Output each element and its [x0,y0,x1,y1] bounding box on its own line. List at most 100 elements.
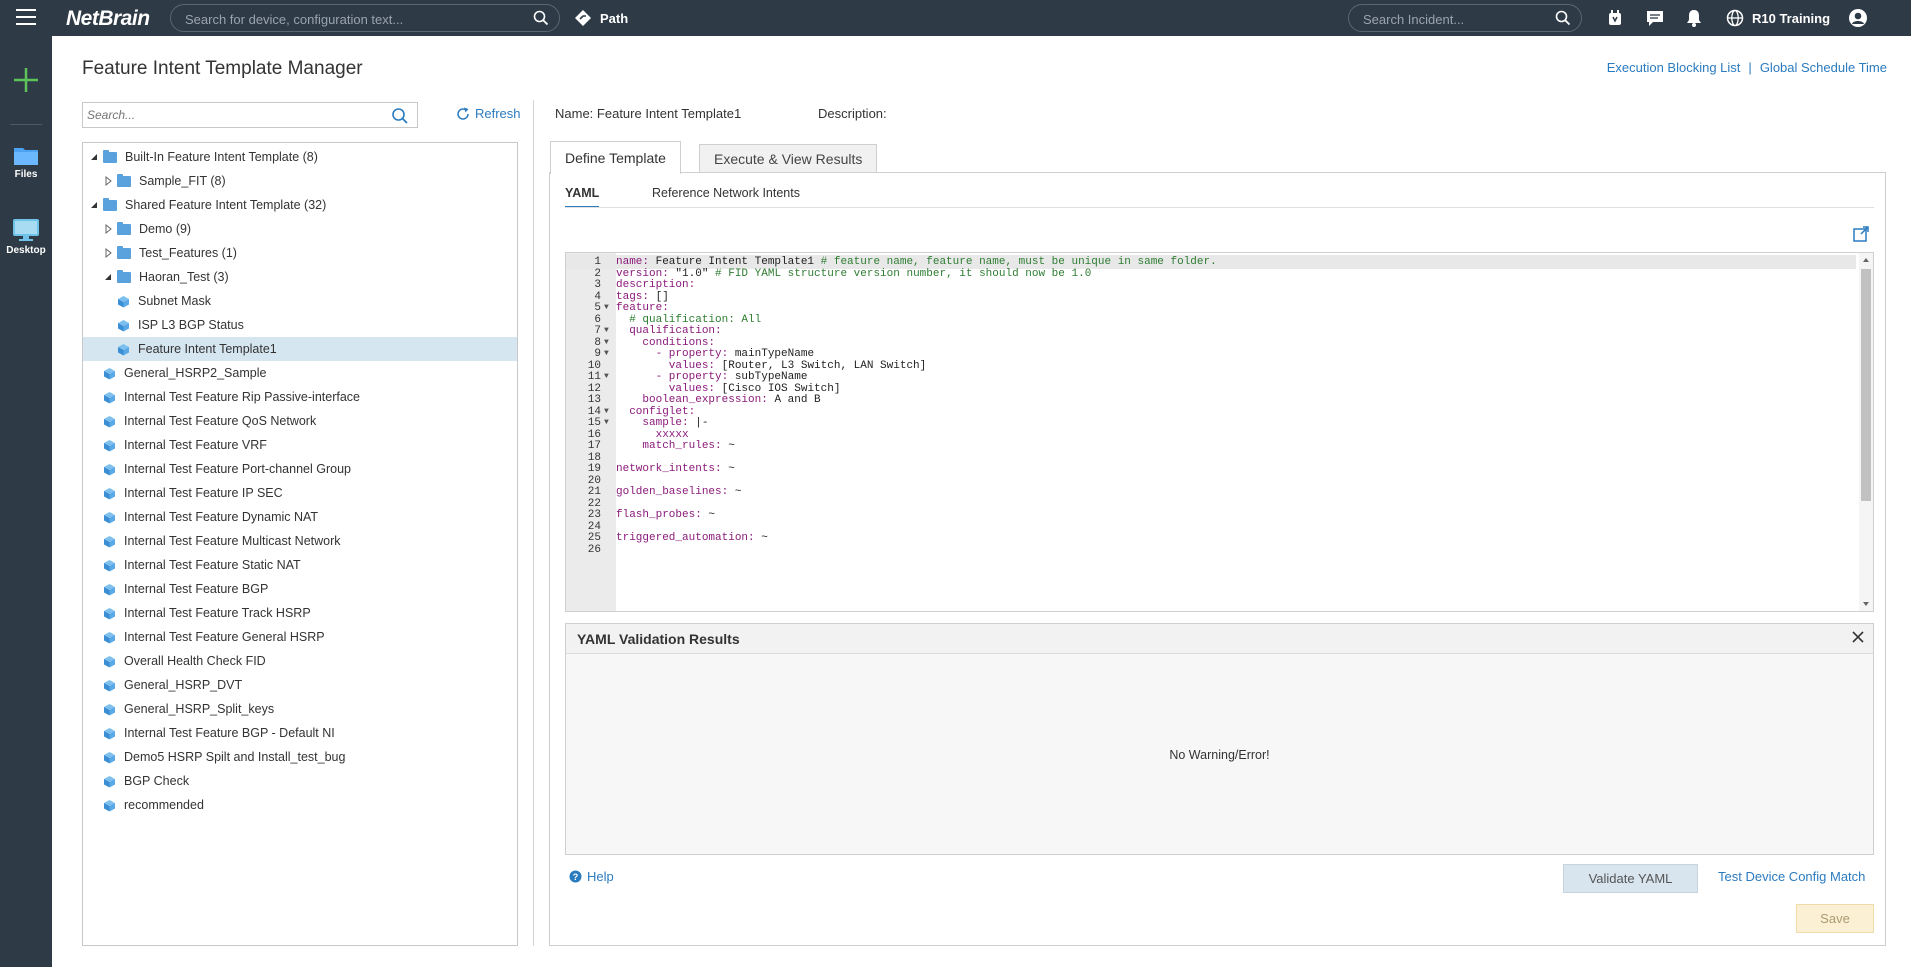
feature-template-icon [104,655,115,667]
tree-item[interactable]: BGP Check [83,769,517,793]
feature-template-icon [104,415,115,427]
editor-scrollbar[interactable] [1859,253,1873,611]
tree-item-label: Demo5 HSRP Spilt and Install_test_bug [124,750,346,764]
tree-item[interactable]: recommended [83,793,517,817]
global-schedule-time-link[interactable]: Global Schedule Time [1760,60,1887,75]
avatar-icon[interactable] [1848,8,1868,28]
pane-divider[interactable] [533,100,534,946]
global-search[interactable] [170,4,560,32]
chat-icon[interactable] [1645,8,1665,28]
template-search[interactable] [82,102,418,128]
incident-icon[interactable] [1605,8,1625,28]
tab-execute-view-results[interactable]: Execute & View Results [699,144,878,173]
search-icon[interactable] [1555,10,1571,29]
tree-item-label: Internal Test Feature Port-channel Group [124,462,351,476]
global-search-input[interactable] [185,10,525,28]
tree-item[interactable]: Internal Test Feature VRF [83,433,517,457]
add-icon[interactable] [12,66,40,94]
globe-icon [1726,9,1744,27]
rail-desktop-label: Desktop [6,245,46,256]
save-button[interactable]: Save [1796,904,1874,933]
netbrain-logo: NetBrain [66,7,150,30]
tree-item[interactable]: Subnet Mask [83,289,517,313]
tree-item[interactable]: General_HSRP_DVT [83,673,517,697]
help-label: Help [587,869,614,884]
tree-folder[interactable]: Built-In Feature Intent Template (8) [83,145,517,169]
expanded-arrow-icon[interactable] [103,272,113,282]
tree-folder[interactable]: Sample_FIT (8) [83,169,517,193]
expanded-arrow-icon[interactable] [89,152,99,162]
template-search-input[interactable] [87,107,377,123]
help-icon: ? [569,870,582,883]
tree-item-label: Internal Test Feature Static NAT [124,558,301,572]
expanded-arrow-icon[interactable] [89,200,99,210]
feature-template-icon [104,751,115,763]
tree-item[interactable]: Internal Test Feature QoS Network [83,409,517,433]
scroll-down-icon[interactable] [1859,599,1873,609]
validate-yaml-button[interactable]: Validate YAML [1563,864,1698,893]
path-button[interactable]: Path [574,8,628,28]
search-icon[interactable] [391,107,409,128]
tree-item-label: Internal Test Feature BGP [124,582,269,596]
tree-item[interactable]: Internal Test Feature Dynamic NAT [83,505,517,529]
feature-template-icon [104,511,115,523]
feature-template-icon [104,727,115,739]
tree-item[interactable]: Internal Test Feature Static NAT [83,553,517,577]
editor-scroll-thumb[interactable] [1861,269,1871,501]
scroll-up-icon[interactable] [1859,255,1873,265]
tab-define-template[interactable]: Define Template [550,141,681,174]
tree-folder[interactable]: Test_Features (1) [83,241,517,265]
tree-folder[interactable]: Demo (9) [83,217,517,241]
tree-item[interactable]: Internal Test Feature BGP [83,577,517,601]
subtab-yaml[interactable]: YAML [565,186,600,208]
tree-item[interactable]: Internal Test Feature General HSRP [83,625,517,649]
collapsed-arrow-icon[interactable] [103,248,113,258]
folder-icon [117,245,131,259]
tree-folder[interactable]: Shared Feature Intent Template (32) [83,193,517,217]
tree-item[interactable]: Internal Test Feature Track HSRP [83,601,517,625]
open-external-icon[interactable] [1852,225,1870,246]
yaml-editor[interactable]: 1 name: Feature Intent Template1 # featur… [565,252,1874,612]
line-number: 26 [587,543,601,556]
tree-folder[interactable]: Haoran_Test (3) [83,265,517,289]
feature-template-icon [118,319,129,331]
test-device-config-match-link[interactable]: Test Device Config Match [1718,869,1865,884]
tree-item[interactable]: Internal Test Feature BGP - Default NI [83,721,517,745]
refresh-button[interactable]: Refresh [456,106,521,121]
code-line[interactable]: 26 [566,543,1856,557]
menu-icon[interactable] [16,9,36,27]
rail-desktop[interactable]: Desktop [0,218,52,256]
tree-item-label: Test_Features (1) [139,246,237,260]
feature-template-icon [104,559,115,571]
tree-item[interactable]: ISP L3 BGP Status [83,313,517,337]
tree-item-label: Haoran_Test (3) [139,270,229,284]
tree-item[interactable]: Feature Intent Template1 [83,337,517,361]
notification-bell-icon[interactable] [1684,8,1704,28]
tree-item[interactable]: Demo5 HSRP Spilt and Install_test_bug [83,745,517,769]
subtab-reference-network-intents[interactable]: Reference Network Intents [652,186,800,200]
feature-template-icon [104,703,115,715]
tree-item[interactable]: Internal Test Feature IP SEC [83,481,517,505]
tree-item[interactable]: General_HSRP2_Sample [83,361,517,385]
template-tree: Built-In Feature Intent Template (8) Samp… [82,142,518,946]
close-icon[interactable] [1851,630,1865,647]
tree-item[interactable]: Overall Health Check FID [83,649,517,673]
validation-title: YAML Validation Results [577,631,740,647]
feature-template-icon [104,487,115,499]
feature-template-icon [104,679,115,691]
collapsed-arrow-icon[interactable] [103,224,113,234]
tree-item[interactable]: Internal Test Feature Rip Passive-interf… [83,385,517,409]
tree-item[interactable]: Internal Test Feature Port-channel Group [83,457,517,481]
incident-search[interactable] [1348,4,1582,32]
rail-files[interactable]: Files [0,144,52,180]
tree-item[interactable]: Internal Test Feature Multicast Network [83,529,517,553]
execution-blocking-list-link[interactable]: Execution Blocking List [1607,60,1741,75]
collapsed-arrow-icon[interactable] [103,176,113,186]
help-link[interactable]: ? Help [569,869,614,884]
user-menu[interactable]: R10 Training [1726,8,1868,28]
svg-text:?: ? [573,872,579,882]
incident-search-input[interactable] [1363,10,1553,28]
left-rail: Files Desktop [0,36,52,967]
search-icon[interactable] [533,10,549,29]
tree-item[interactable]: General_HSRP_Split_keys [83,697,517,721]
